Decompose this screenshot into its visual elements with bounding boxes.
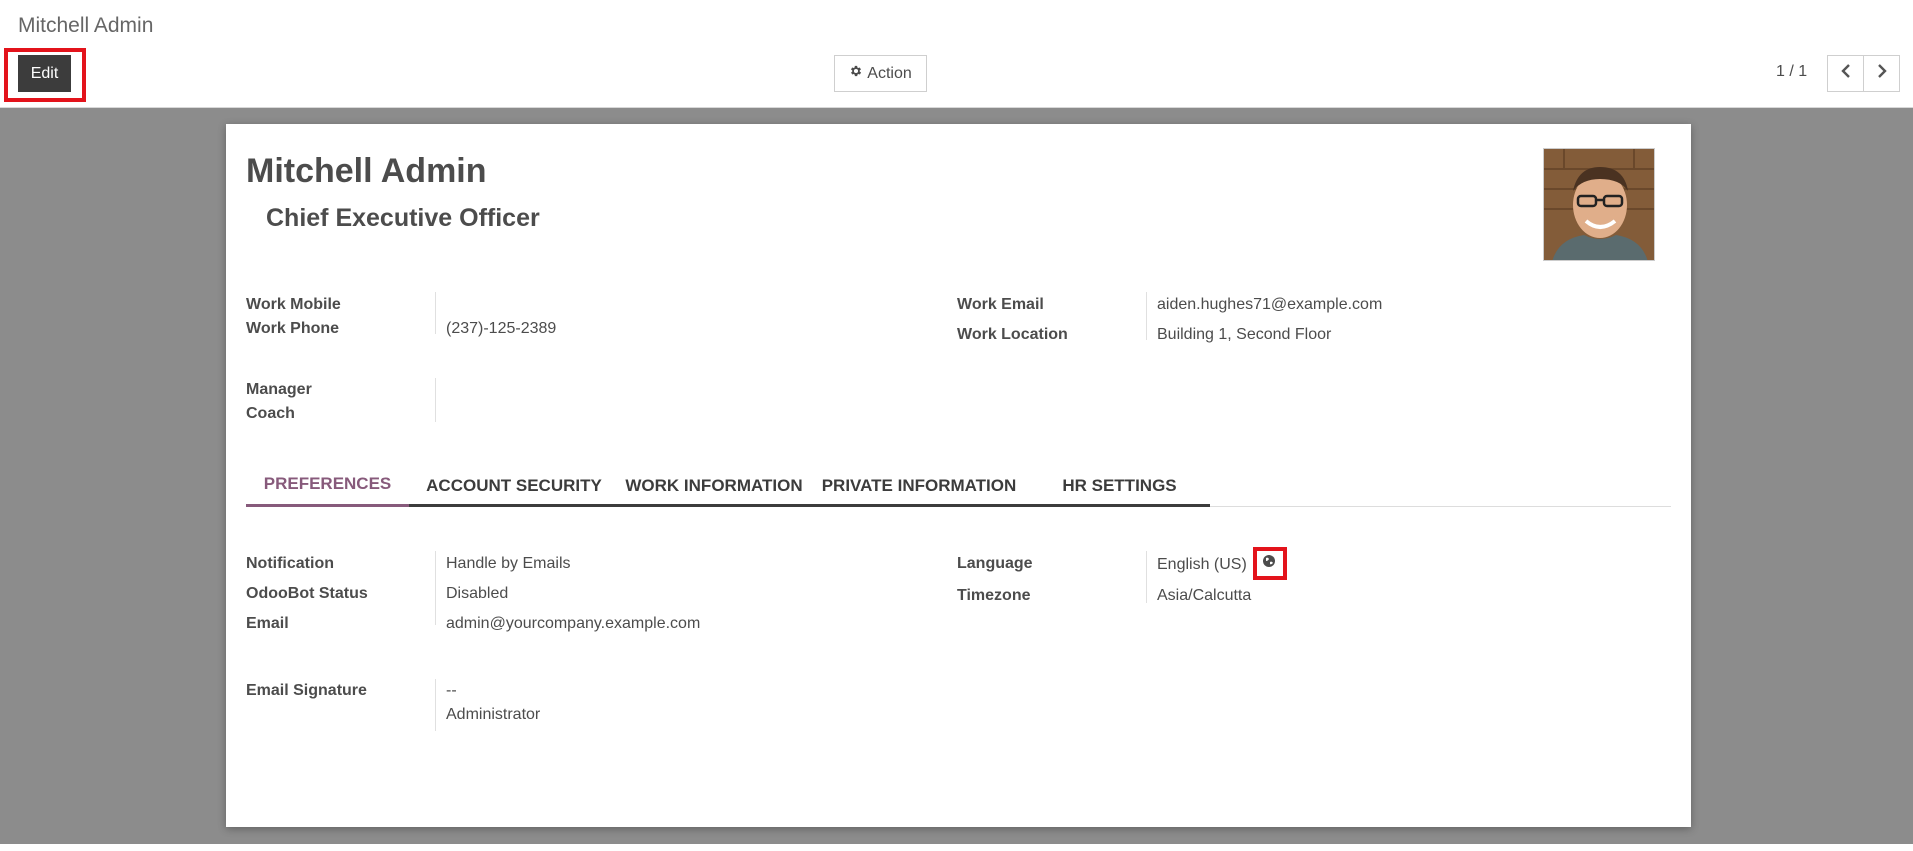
tab-private-information[interactable]: PRIVATE INFORMATION bbox=[809, 464, 1029, 507]
timezone-value[interactable]: Asia/Calcutta bbox=[1157, 587, 1251, 605]
employee-form-sheet: Mitchell Admin Chief Executive Officer W… bbox=[226, 124, 1691, 827]
odoobot-status-value[interactable]: Disabled bbox=[446, 585, 508, 603]
preferences-right-separator bbox=[1146, 551, 1147, 603]
gear-icon bbox=[849, 64, 863, 83]
signature-separator bbox=[435, 679, 436, 731]
language-globe-button[interactable] bbox=[1259, 553, 1279, 573]
work-phone-value[interactable]: (237)-125-2389 bbox=[446, 320, 556, 338]
globe-icon bbox=[1262, 554, 1276, 573]
action-button[interactable]: Action bbox=[834, 55, 927, 92]
manager-label: Manager bbox=[246, 381, 312, 398]
language-value[interactable]: English (US) bbox=[1157, 556, 1247, 574]
notification-value[interactable]: Handle by Emails bbox=[446, 555, 571, 573]
tab-work-information[interactable]: WORK INFORMATION bbox=[619, 464, 809, 507]
employee-name: Mitchell Admin bbox=[246, 152, 487, 190]
breadcrumb[interactable]: Mitchell Admin bbox=[18, 14, 153, 38]
email-value[interactable]: admin@yourcompany.example.com bbox=[446, 615, 700, 633]
preferences-left-separator bbox=[435, 551, 436, 625]
notification-label: Notification bbox=[246, 555, 334, 572]
pager-next-button[interactable] bbox=[1863, 55, 1900, 92]
work-phone-label: Work Phone bbox=[246, 320, 340, 337]
work-location-value[interactable]: Building 1, Second Floor bbox=[1157, 326, 1331, 344]
work-location-label: Work Location bbox=[957, 326, 1068, 343]
email-label: Email bbox=[246, 615, 289, 632]
work-email-label: Work Email bbox=[957, 296, 1044, 313]
tab-preferences[interactable]: PREFERENCES bbox=[246, 464, 409, 507]
email-signature-line-2[interactable]: Administrator bbox=[446, 706, 540, 724]
contact-left-separator bbox=[435, 292, 436, 334]
employee-avatar[interactable] bbox=[1543, 148, 1655, 261]
control-panel: Mitchell Admin Edit Action 1 / 1 bbox=[0, 0, 1913, 108]
notebook-tabs: PREFERENCES ACCOUNT SECURITY WORK INFORM… bbox=[246, 464, 1671, 507]
odoobot-status-label: OdooBot Status bbox=[246, 585, 368, 602]
edit-button[interactable]: Edit bbox=[18, 55, 71, 92]
manager-separator bbox=[435, 378, 436, 422]
coach-label: Coach bbox=[246, 405, 295, 422]
action-button-label: Action bbox=[867, 64, 912, 82]
work-mobile-label: Work Mobile bbox=[246, 296, 341, 313]
pager-previous-button[interactable] bbox=[1827, 55, 1864, 92]
timezone-label: Timezone bbox=[957, 587, 1031, 604]
tab-account-security[interactable]: ACCOUNT SECURITY bbox=[409, 464, 619, 507]
email-signature-label: Email Signature bbox=[246, 682, 367, 699]
pager-value[interactable]: 1 / 1 bbox=[1776, 63, 1807, 81]
work-email-value[interactable]: aiden.hughes71@example.com bbox=[1157, 296, 1382, 314]
chevron-right-icon bbox=[1876, 64, 1888, 83]
tabs-underline bbox=[409, 504, 1210, 507]
chevron-left-icon bbox=[1840, 64, 1852, 83]
employee-job-title: Chief Executive Officer bbox=[266, 204, 540, 232]
language-label: Language bbox=[957, 555, 1033, 572]
tab-hr-settings[interactable]: HR SETTINGS bbox=[1029, 464, 1210, 507]
email-signature-line-1[interactable]: -- bbox=[446, 682, 457, 700]
contact-right-separator bbox=[1146, 292, 1147, 340]
